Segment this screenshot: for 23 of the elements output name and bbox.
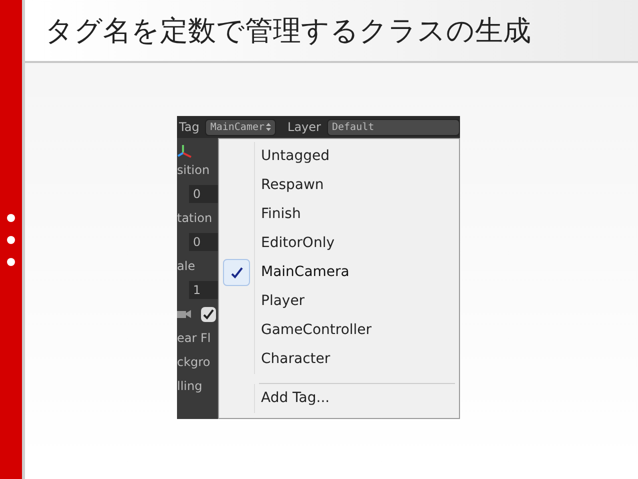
tag-label: Tag: [179, 119, 200, 136]
menu-item[interactable]: Respawn: [255, 175, 324, 196]
layer-dropdown[interactable]: Default: [326, 118, 460, 136]
menu-item[interactable]: EditorOnly: [255, 233, 334, 254]
menu-item[interactable]: Finish: [255, 204, 301, 225]
field-label: sition: [177, 162, 210, 179]
number-field[interactable]: 0: [189, 233, 218, 251]
layer-label: Layer: [288, 119, 321, 136]
field-label: ale: [177, 258, 196, 275]
number-field[interactable]: 0: [189, 185, 218, 203]
add-tag-menu-item[interactable]: Add Tag...: [255, 384, 330, 413]
slide-title: タグ名を定数で管理するクラスの生成: [45, 16, 531, 44]
field-label: ear Fl: [177, 330, 211, 347]
field-label: ckgro: [177, 354, 210, 371]
field-label: lling: [177, 378, 202, 395]
tag-dropdown[interactable]: MainCamer: [205, 118, 276, 136]
menu-item[interactable]: MainCamera: [255, 262, 350, 283]
menu-item[interactable]: Untagged: [255, 146, 330, 167]
field-label: tation: [177, 210, 212, 227]
menu-item[interactable]: Character: [255, 349, 330, 370]
number-field[interactable]: 1: [189, 281, 218, 299]
menu-item[interactable]: GameController: [255, 320, 372, 341]
menu-item[interactable]: Player: [255, 291, 305, 312]
